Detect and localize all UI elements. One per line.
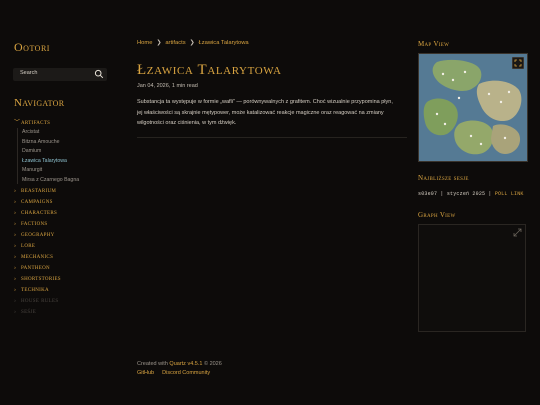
folder-label[interactable]: pantheon <box>21 264 50 271</box>
search-bar[interactable]: Search <box>13 68 107 81</box>
breadcrumb-current: Łzawica Talarytowa <box>198 40 249 46</box>
poll-link[interactable]: POLL LINK <box>495 191 524 197</box>
folder-factions[interactable]: › factions <box>14 218 119 229</box>
graph-view-title: Graph View <box>418 211 456 219</box>
discord-link[interactable]: Discord Community <box>162 370 210 376</box>
breadcrumb-folder[interactable]: artifacts <box>165 40 185 46</box>
footer-credit-prefix: Created with <box>137 361 168 367</box>
search-icon[interactable] <box>94 69 104 79</box>
quartz-link[interactable]: Quartz v4.5.1 <box>169 361 202 367</box>
page-meta: Jan 04, 2026, 1 min read <box>137 83 198 89</box>
folder-label[interactable]: beastarium <box>21 187 56 194</box>
folder-mechanics[interactable]: › mechanics <box>14 251 119 262</box>
folder-label[interactable]: geography <box>21 231 55 238</box>
world-map-image[interactable] <box>419 54 527 161</box>
folder-technika[interactable]: › technika <box>14 284 119 295</box>
folder-shortstories[interactable]: › shortstories <box>14 273 119 284</box>
left-sidebar: Ootori Search Navigator ﹀artifacts Arcis… <box>0 0 125 405</box>
fullscreen-icon[interactable] <box>512 57 524 69</box>
article-body: Substancja ta występuje w formie „wafli”… <box>137 99 393 126</box>
map-view-title: Map View <box>418 40 450 48</box>
session-date: styczeń 2025 <box>446 191 486 197</box>
session-separator: | <box>440 191 444 197</box>
folder-label[interactable]: shortstories <box>21 275 61 282</box>
folder-house-rules[interactable]: › house rules <box>14 295 119 306</box>
site-title[interactable]: Ootori <box>14 40 50 55</box>
file-link[interactable]: Damium <box>22 147 119 157</box>
file-link[interactable]: Arcistat <box>22 128 119 138</box>
explorer-tree: ﹀artifacts Arcistat Bitzna Amouche Damiu… <box>14 117 119 317</box>
folder-campaigns[interactable]: › campaigns <box>14 196 119 207</box>
file-link[interactable]: Mirsa z Czarnego Bagna <box>22 176 119 186</box>
github-link[interactable]: GitHub <box>137 370 154 376</box>
folder-label[interactable]: house rules <box>21 297 58 304</box>
folder-toggle-artifacts[interactable]: ﹀artifacts <box>14 117 119 128</box>
breadcrumb-separator: ❯ <box>156 40 162 46</box>
folder-beastarium[interactable]: › beastarium <box>14 185 119 196</box>
folder-sesje[interactable]: › seśje <box>14 306 119 317</box>
breadcrumb-separator: ❯ <box>189 40 195 46</box>
footer-credit: Created with Quartz v4.5.1 © 2026 <box>137 360 222 369</box>
folder-geography[interactable]: › geography <box>14 229 119 240</box>
folder-label[interactable]: technika <box>21 286 49 293</box>
footer-links: GitHub Discord Community <box>137 369 222 378</box>
breadcrumb-home[interactable]: Home <box>137 40 152 46</box>
folder-label[interactable]: factions <box>21 220 47 227</box>
session-entry: s03e07 | styczeń 2025 | POLL LINK <box>418 191 524 197</box>
folder-label[interactable]: artifacts <box>21 119 50 126</box>
session-id: s03e07 <box>418 191 438 197</box>
file-link[interactable]: Manurgit <box>22 166 119 176</box>
page-title: Łzawica Talarytowa <box>137 62 282 78</box>
main-content: Home ❯ artifacts ❯ Łzawica Talarytowa Łzawic… <box>137 0 407 405</box>
footer-credit-suffix: © 2026 <box>203 361 222 367</box>
sessions-title: Najbliższe sesje <box>418 174 469 182</box>
session-separator: | <box>488 191 492 197</box>
folder-lore[interactable]: › lore <box>14 240 119 251</box>
folder-items-artifacts: Arcistat Bitzna Amouche Damium Łzawica T… <box>14 128 119 185</box>
folder-label[interactable]: campaigns <box>21 198 53 205</box>
folder-label[interactable]: mechanics <box>21 253 53 260</box>
folder-pantheon[interactable]: › pantheon <box>14 262 119 273</box>
folder-characters[interactable]: › characters <box>14 207 119 218</box>
folder-artifacts: ﹀artifacts Arcistat Bitzna Amouche Damiu… <box>14 117 119 185</box>
file-link-active[interactable]: Łzawica Talarytowa <box>22 157 119 167</box>
right-sidebar: Map View Najbliższe sesje s03e07 | stycz… <box>418 0 530 405</box>
expand-graph-icon[interactable] <box>513 228 522 237</box>
folder-label[interactable]: lore <box>21 242 35 249</box>
navigator-title: Navigator <box>14 97 65 109</box>
folder-label[interactable]: seśje <box>21 308 36 315</box>
chevron-right-icon[interactable]: › <box>14 307 21 318</box>
footer: Created with Quartz v4.5.1 © 2026 GitHub… <box>137 360 222 378</box>
divider <box>137 137 407 138</box>
file-link[interactable]: Bitzna Amouche <box>22 138 119 148</box>
search-placeholder: Search <box>20 70 38 76</box>
graph-view[interactable] <box>418 224 526 332</box>
folder-label[interactable]: characters <box>21 209 57 216</box>
breadcrumb: Home ❯ artifacts ❯ Łzawica Talarytowa <box>137 40 249 46</box>
map-view[interactable] <box>418 53 528 162</box>
chevron-down-icon[interactable]: ﹀ <box>14 118 21 129</box>
